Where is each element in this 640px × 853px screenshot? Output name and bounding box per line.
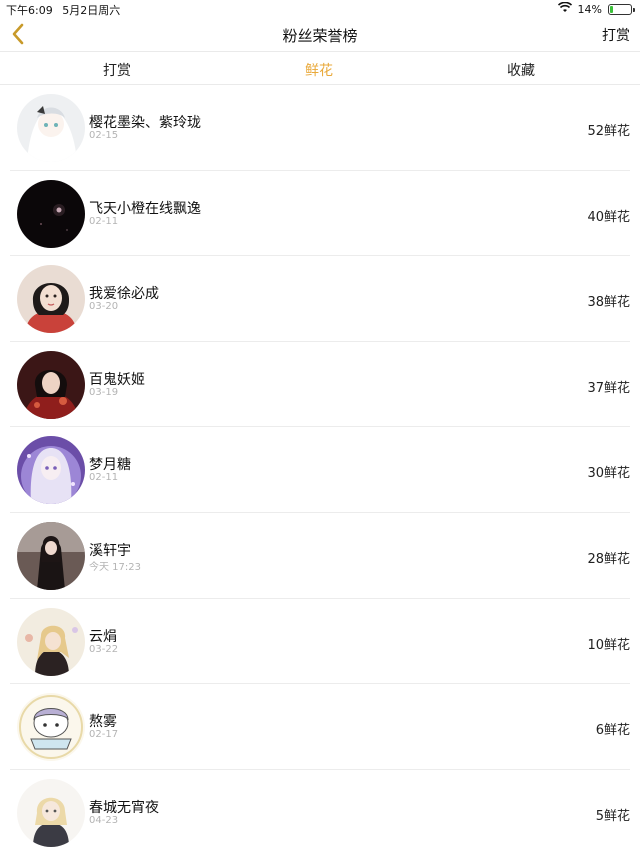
fan-name: 梦月糖 [89, 457, 131, 474]
avatar [17, 265, 85, 334]
fan-date: 今天 17:23 [89, 561, 141, 573]
fan-name: 飞天小橙在线飘逸 [89, 200, 201, 217]
flower-count: 38鲜花 [587, 295, 630, 311]
list-item[interactable]: 梦月糖 02-11 30鲜花 [10, 427, 630, 513]
status-time-date: 下午6:09 5月2日周六 [6, 2, 120, 18]
fan-name: 熬雾 [89, 714, 117, 731]
fan-name: 我爱徐必成 [89, 286, 159, 303]
list-item[interactable]: 溪轩宇 今天 17:23 28鲜花 [10, 513, 630, 599]
list-item[interactable]: 飞天小橙在线飘逸 02-11 40鲜花 [10, 171, 630, 257]
fan-name: 春城无宵夜 [89, 799, 159, 816]
status-indicators: 14% [557, 1, 635, 16]
tab-bar: 打赏 鲜花 收藏 [0, 52, 640, 85]
list-item[interactable]: 樱花墨染、紫玲珑 02-15 52鲜花 [10, 85, 630, 171]
flower-count: 52鲜花 [587, 124, 630, 139]
navigation-bar: 粉丝荣誉榜 打赏 [0, 18, 640, 52]
status-date: 5月2日周六 [62, 4, 121, 17]
fan-date: 02-17 [89, 729, 119, 741]
avatar [17, 521, 85, 590]
list-item[interactable]: 百鬼妖姬 03-19 37鲜花 [10, 342, 630, 428]
list-item[interactable]: 我爱徐必成 03-20 38鲜花 [10, 256, 630, 342]
avatar [17, 436, 85, 505]
avatar [17, 94, 85, 162]
flower-count: 30鲜花 [587, 466, 630, 482]
avatar [17, 693, 85, 762]
tab-favorites[interactable]: 收藏 [507, 60, 535, 80]
fan-date: 03-19 [89, 386, 119, 398]
tab-reward[interactable]: 打赏 [103, 60, 131, 80]
fan-date: 04-23 [89, 814, 119, 826]
reward-button[interactable]: 打赏 [602, 25, 630, 45]
fan-name: 樱花墨染、紫玲珑 [89, 115, 201, 131]
flower-count: 40鲜花 [587, 209, 630, 225]
flower-count: 6鲜花 [595, 723, 630, 739]
fan-name: 云焆 [89, 628, 117, 645]
status-time: 下午6:09 [6, 4, 53, 17]
fan-date: 02-11 [89, 472, 119, 484]
list-item[interactable]: 云焆 03-22 10鲜花 [10, 599, 630, 685]
list-item[interactable]: 春城无宵夜 04-23 5鲜花 [10, 770, 630, 853]
avatar [17, 350, 85, 419]
avatar [17, 179, 85, 248]
list-item[interactable]: 熬雾 02-17 6鲜花 [10, 684, 630, 770]
avatar [17, 778, 85, 847]
tab-flowers[interactable]: 鲜花 [305, 60, 333, 80]
status-bar: 下午6:09 5月2日周六 14% [0, 0, 640, 18]
battery-level [610, 5, 613, 13]
fan-date: 03-22 [89, 643, 119, 655]
avatar [17, 607, 85, 676]
fan-list: 樱花墨染、紫玲珑 02-15 52鲜花 飞天小橙在线飘逸 02-11 40鲜花 [0, 85, 640, 853]
fan-name: 溪轩宇 [89, 542, 131, 559]
battery-icon [608, 3, 635, 15]
fan-name: 百鬼妖姬 [89, 371, 145, 388]
page-title: 粉丝荣誉榜 [282, 27, 358, 45]
flower-count: 5鲜花 [595, 808, 630, 824]
battery-percent: 14% [577, 2, 602, 16]
flower-count: 28鲜花 [587, 551, 630, 567]
fan-date: 03-20 [89, 301, 119, 313]
wifi-icon [557, 1, 572, 16]
flower-count: 10鲜花 [587, 637, 630, 653]
fan-date: 02-15 [89, 130, 119, 141]
flower-count: 37鲜花 [587, 380, 630, 396]
fan-date: 02-11 [89, 215, 119, 227]
